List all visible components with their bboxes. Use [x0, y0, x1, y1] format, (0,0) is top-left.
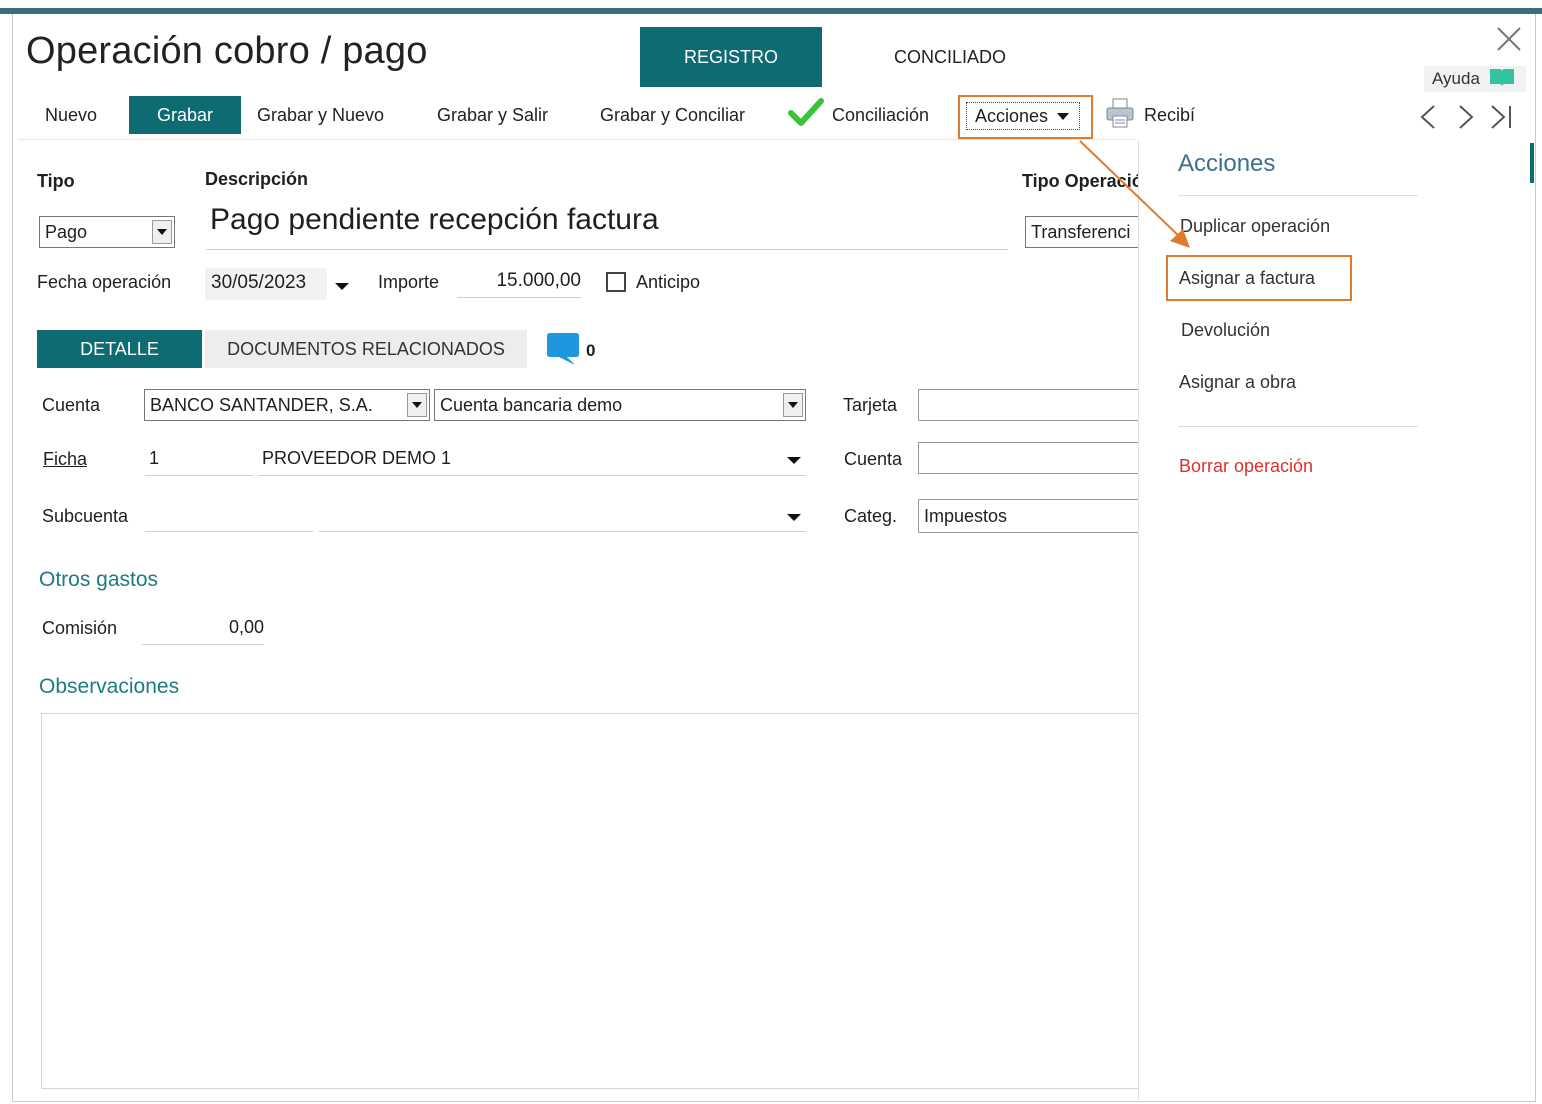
dropdown-arrow-icon[interactable]: [786, 510, 802, 528]
help-label: Ayuda: [1432, 69, 1480, 88]
cuenta-account-select[interactable]: Cuenta bancaria demo: [434, 389, 806, 421]
anticipo-checkbox[interactable]: [606, 272, 626, 292]
dropdown-arrow-icon: [783, 393, 803, 417]
conciliacion-label: Conciliación: [832, 104, 930, 125]
subcuenta-label: Subcuenta: [42, 506, 129, 526]
close-icon[interactable]: [1494, 24, 1524, 54]
fecha-operacion-input[interactable]: 30/05/2023: [205, 268, 327, 300]
grabar-y-nuevo-button[interactable]: Grabar y Nuevo: [257, 96, 384, 134]
tarjeta-label: Tarjeta: [843, 395, 898, 415]
recibi-label: Recibí: [1144, 104, 1196, 125]
cuenta-secondary-input[interactable]: [918, 442, 1138, 474]
menu-item-devolucion[interactable]: Devolución: [1181, 320, 1270, 341]
next-record-icon[interactable]: [1452, 100, 1480, 134]
cuenta-label: Cuenta: [42, 395, 101, 415]
grabar-y-salir-button[interactable]: Grabar y Salir: [437, 96, 548, 134]
checkmark-icon: [788, 97, 824, 133]
menu-item-asignar-factura[interactable]: Asignar a factura: [1179, 268, 1315, 289]
panel-divider: [1178, 426, 1418, 427]
grabar-y-conciliar-button[interactable]: Grabar y Conciliar: [600, 96, 745, 134]
subcuenta-name-select[interactable]: [319, 500, 806, 532]
tab-documentos-relacionados[interactable]: DOCUMENTOS RELACIONADOS: [205, 330, 527, 368]
comment-bubble-icon[interactable]: [545, 332, 581, 371]
descripcion-label: Descripción: [205, 169, 309, 189]
panel-divider: [1178, 195, 1418, 196]
tipo-select[interactable]: Pago: [39, 216, 175, 248]
tarjeta-input[interactable]: [918, 389, 1138, 421]
nuevo-button[interactable]: Nuevo: [45, 96, 97, 134]
tipo-label: Tipo: [37, 171, 75, 191]
categ-input[interactable]: Impuestos: [918, 499, 1138, 533]
previous-record-icon[interactable]: [1416, 100, 1444, 134]
cuenta-account-value: Cuenta bancaria demo: [440, 394, 623, 415]
dropdown-arrow-icon[interactable]: [786, 453, 802, 471]
conciliacion-button[interactable]: Conciliación: [788, 96, 929, 134]
comision-input[interactable]: 0,00: [142, 613, 264, 645]
menu-item-asignar-obra[interactable]: Asignar a obra: [1179, 372, 1296, 393]
comision-label: Comisión: [42, 618, 118, 638]
dropdown-arrow-icon: [407, 393, 427, 417]
acciones-dropdown-button[interactable]: Acciones: [966, 102, 1080, 130]
page-title: Operación cobro / pago: [26, 30, 428, 72]
subcuenta-code-input[interactable]: [145, 500, 313, 532]
menu-item-duplicar-operacion[interactable]: Duplicar operación: [1180, 216, 1330, 237]
caret-down-icon: [1056, 106, 1070, 127]
tab-registro[interactable]: REGISTRO: [640, 27, 822, 87]
fecha-operacion-label: Fecha operación: [37, 272, 172, 292]
date-dropdown-icon[interactable]: [334, 279, 350, 297]
observaciones-heading: Observaciones: [39, 675, 180, 698]
cuenta-secondary-label: Cuenta: [844, 449, 903, 469]
ficha-number-input[interactable]: 1: [145, 446, 253, 476]
acciones-label: Acciones: [975, 105, 1049, 126]
cuenta-bank-value: BANCO SANTANDER, S.A.: [150, 394, 373, 415]
menu-item-borrar-operacion[interactable]: Borrar operación: [1179, 456, 1313, 477]
toolbar-divider: [18, 139, 1136, 140]
annotation-arrow-icon: [1079, 140, 1190, 248]
panel-scroll-indicator: [1530, 143, 1534, 183]
comments-count: 0: [586, 341, 596, 360]
tipo-value: Pago: [45, 221, 88, 242]
last-record-icon[interactable]: [1486, 100, 1516, 134]
tab-detalle[interactable]: DETALLE: [37, 330, 202, 368]
ficha-name-select[interactable]: PROVEEDOR DEMO 1: [258, 446, 806, 476]
dropdown-arrow-icon: [152, 220, 172, 244]
anticipo-label: Anticipo: [636, 272, 701, 292]
importe-input[interactable]: 15.000,00: [457, 268, 581, 298]
help-button[interactable]: Ayuda: [1424, 66, 1526, 92]
ficha-link[interactable]: Ficha: [43, 449, 87, 470]
descripcion-input[interactable]: Pago pendiente recepción factura: [206, 200, 1008, 250]
importe-label: Importe: [378, 272, 440, 292]
book-icon: [1488, 67, 1516, 92]
cuenta-bank-select[interactable]: BANCO SANTANDER, S.A.: [144, 389, 430, 421]
categ-label: Categ.: [844, 506, 898, 526]
grabar-button[interactable]: Grabar: [129, 96, 241, 134]
printer-icon: [1104, 97, 1136, 134]
otros-gastos-heading: Otros gastos: [39, 568, 159, 591]
observaciones-textarea[interactable]: [41, 713, 1139, 1089]
recibi-button[interactable]: Recibí: [1104, 96, 1195, 134]
tab-conciliado[interactable]: CONCILIADO: [870, 27, 1030, 87]
